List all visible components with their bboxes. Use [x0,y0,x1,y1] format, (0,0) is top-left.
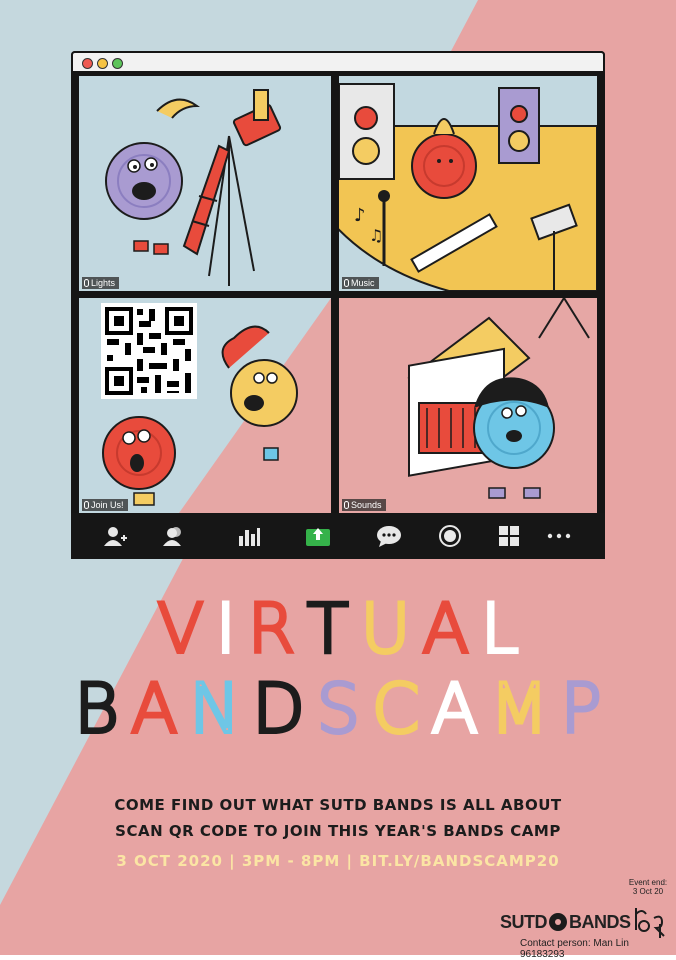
video-tile-music[interactable]: ♪ ♫ Music [339,76,597,291]
title-line1-letter-6: L [479,588,521,671]
contact-person: Contact person: Man Lin 96183293 [520,938,629,960]
event-end-date: 3 Oct 20 [632,887,664,896]
sutd-bands-logo: SUTD BANDS [500,910,631,934]
record-icon[interactable] [435,523,465,549]
logo-text-bands: BANDS [569,911,631,932]
microphone-icon [344,501,349,509]
poll-chart-icon[interactable] [234,523,264,549]
window-titlebar [71,51,605,73]
video-tile-lights[interactable]: Lights [79,76,331,291]
tile-label-text: Join Us! [91,500,124,510]
title-line2-letter-0: B [72,668,120,751]
title-line1-letter-3: T [305,588,351,671]
minimize-window-dot-icon[interactable] [97,58,108,69]
tile-label-join-us: Join Us! [82,499,128,511]
title-line1-letter-4: U [359,588,413,671]
event-end-label: Event end: [628,878,668,887]
music-illustration: ♪ ♫ [339,83,597,291]
microphone-icon [344,279,349,287]
tile-label-text: Lights [91,278,116,288]
video-tile-sounds[interactable]: Sounds [339,298,597,513]
video-call-window: Lights ♪ ♫ Music Join Us! Sounds [71,51,605,559]
microphone-icon [84,279,89,287]
title-line1-letter-5: A [420,588,470,671]
title-line2-letter-1: A [129,668,179,751]
tagline-line-1: COME FIND OUT WHAT SUTD BANDS IS ALL ABO… [114,796,562,814]
title-line2-letter-3: D [250,668,306,751]
add-participant-icon[interactable] [101,523,131,549]
tagline-line-2: SCAN QR CODE TO JOIN THIS YEAR'S BANDS C… [115,822,561,840]
close-window-dot-icon[interactable] [82,58,93,69]
tile-label-text: Music [351,278,375,288]
tile-label-text: Sounds [351,500,382,510]
event-details: 3 OCT 2020 | 3PM - 8PM | BIT.LY/BANDSCAM… [116,852,560,870]
tile-label-lights: Lights [82,277,120,289]
gallery-view-icon[interactable] [494,523,524,549]
sounds-illustration [407,298,590,499]
title-line2-letter-8: P [559,668,604,751]
title-line2-letter-7: M [488,668,551,751]
record-disc-icon [549,913,567,931]
participants-icon[interactable] [159,523,189,549]
title-line1-letter-0: V [155,588,205,671]
microphone-icon [84,501,89,509]
video-tile-join-us[interactable]: Join Us! [79,298,331,513]
lights-illustration [105,89,282,286]
title-line1-letter-1: I [214,588,238,671]
svg-text:♪: ♪ [354,205,366,226]
club-monogram-logo [635,908,665,938]
tile-label-music: Music [342,277,379,289]
title-line2-letter-2: N [187,668,242,751]
chat-icon[interactable] [374,523,404,549]
title-bandscamp: BANDSCAMP [0,668,676,751]
share-screen-icon[interactable] [303,523,333,549]
title-virtual: VIRTUAL [0,588,676,671]
title-line1-letter-2: R [246,588,297,671]
title-line2-letter-4: S [315,668,362,751]
more-icon[interactable] [544,523,574,549]
maximize-window-dot-icon[interactable] [112,58,123,69]
event-end-note: Event end: 3 Oct 20 [620,878,676,896]
title-line2-letter-6: A [429,668,479,751]
tile-label-sounds: Sounds [342,499,386,511]
logo-text-sutd: SUTD [500,911,548,932]
title-line2-letter-5: C [370,668,422,751]
svg-text:♫: ♫ [369,226,383,245]
qr-code-image [105,307,193,395]
qr-code[interactable] [101,303,197,399]
meeting-toolbar [71,513,605,559]
